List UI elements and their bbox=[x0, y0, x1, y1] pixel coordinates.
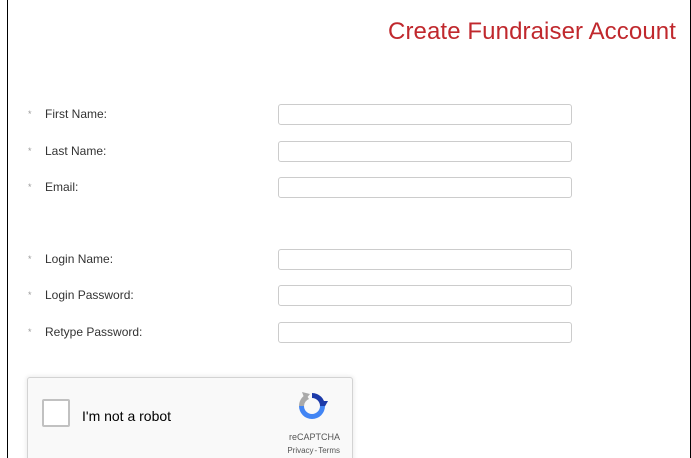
recaptcha-logo-icon bbox=[299, 392, 328, 419]
recaptcha-brand: reCAPTCHA bbox=[288, 432, 340, 442]
form-row-retype-password: * Retype Password: bbox=[8, 322, 690, 344]
retype-password-field[interactable] bbox=[278, 322, 572, 343]
first-name-field[interactable] bbox=[278, 104, 572, 125]
form-row-login-name: * Login Name: bbox=[8, 249, 690, 271]
email-label: Email: bbox=[45, 180, 79, 194]
form-row-first-name: * First Name: bbox=[8, 104, 690, 126]
recaptcha-checkbox[interactable] bbox=[42, 399, 70, 427]
email-field[interactable] bbox=[278, 177, 572, 198]
login-password-field[interactable] bbox=[278, 285, 572, 306]
last-name-label: Last Name: bbox=[45, 144, 107, 158]
required-marker: * bbox=[28, 109, 32, 119]
recaptcha-links: Privacy-Terms bbox=[287, 446, 340, 455]
last-name-field[interactable] bbox=[278, 141, 572, 162]
required-marker: * bbox=[28, 327, 32, 337]
form-container: Create Fundraiser Account * First Name: … bbox=[7, 0, 691, 458]
login-password-label: Login Password: bbox=[45, 288, 134, 302]
form-row-email: * Email: bbox=[8, 177, 690, 199]
retype-password-label: Retype Password: bbox=[45, 325, 143, 339]
page-title: Create Fundraiser Account bbox=[388, 18, 676, 45]
first-name-label: First Name: bbox=[45, 107, 108, 121]
terms-link[interactable]: Terms bbox=[318, 446, 340, 455]
required-marker: * bbox=[28, 182, 32, 192]
required-marker: * bbox=[28, 254, 32, 264]
required-marker: * bbox=[28, 290, 32, 300]
form-row-last-name: * Last Name: bbox=[8, 141, 690, 163]
recaptcha-label: I'm not a robot bbox=[82, 408, 172, 424]
login-name-field[interactable] bbox=[278, 249, 572, 270]
recaptcha-widget: I'm not a robot reCAPTCHA Privacy-Terms bbox=[27, 377, 353, 458]
required-marker: * bbox=[28, 146, 32, 156]
privacy-link[interactable]: Privacy bbox=[287, 446, 313, 455]
login-name-label: Login Name: bbox=[45, 252, 114, 266]
form-row-login-password: * Login Password: bbox=[8, 285, 690, 307]
